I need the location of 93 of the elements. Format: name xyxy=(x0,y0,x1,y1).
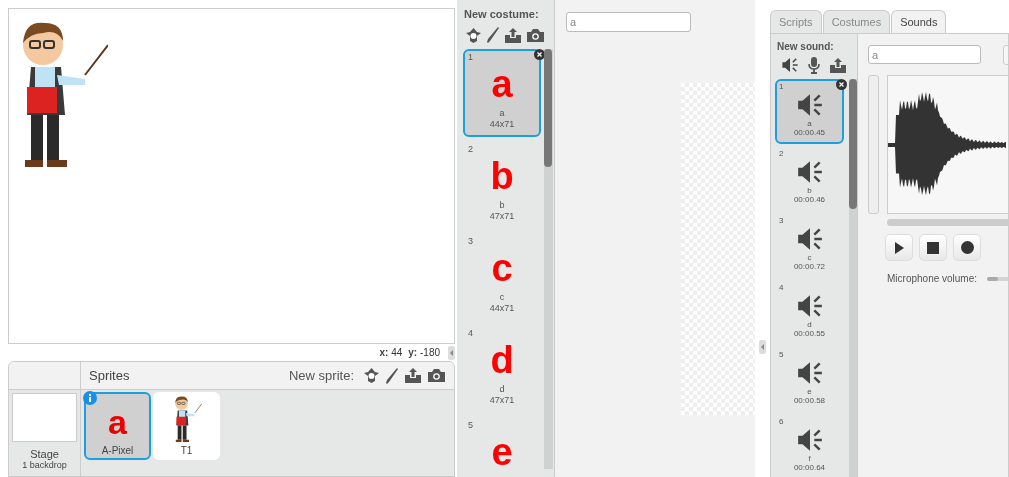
sound-duration: 00:00.46 xyxy=(793,195,826,204)
sound-duration: 00:00.45 xyxy=(793,128,826,137)
stop-button[interactable] xyxy=(919,234,947,261)
scrollbar[interactable] xyxy=(849,79,857,477)
upload-icon[interactable] xyxy=(829,56,847,74)
costume-thumbnail-letter: b xyxy=(490,156,514,196)
sound-duration: 00:00.64 xyxy=(793,463,826,472)
sound-number: 1 xyxy=(778,81,784,91)
costume-thumbnail-letter: d xyxy=(490,340,514,380)
costume-tile[interactable]: 2 b b 47x71 xyxy=(463,141,541,229)
costume-number: 2 xyxy=(467,143,473,154)
costume-tile[interactable]: 1 a a 44x71 xyxy=(463,49,541,137)
sprite-thumbnail-letter: a xyxy=(108,405,127,439)
sound-duration: 00:00.58 xyxy=(793,396,826,405)
costume-name: d xyxy=(499,384,505,395)
sprite-name: A-Pixel xyxy=(101,445,134,456)
sound-name: d xyxy=(807,320,812,329)
sound-name: c xyxy=(807,253,812,262)
camera-icon[interactable] xyxy=(427,368,446,383)
costume-number: 5 xyxy=(467,419,473,430)
costume-size: 47x71 xyxy=(489,395,515,406)
sound-tile[interactable]: 4 d 00:00.55 xyxy=(775,280,844,345)
sound-name: a xyxy=(807,119,812,128)
costume-number: 1 xyxy=(467,51,473,62)
play-icon xyxy=(894,241,904,254)
sprite-library-icon[interactable] xyxy=(363,367,380,384)
scrollbar[interactable] xyxy=(887,219,1008,226)
sound-name: e xyxy=(807,387,812,396)
collapse-icon[interactable] xyxy=(759,340,766,354)
sound-tile[interactable]: 1 a 00:00.45 xyxy=(775,79,844,144)
sprite-tile[interactable]: a A-Pixel xyxy=(84,392,151,460)
delete-icon[interactable] xyxy=(836,79,847,90)
costume-thumbnail-letter: a xyxy=(491,64,513,104)
scrollbar[interactable] xyxy=(544,49,553,469)
costume-name: a xyxy=(499,108,505,119)
costume-tile[interactable]: 5 e xyxy=(463,417,541,477)
sprite-name: T1 xyxy=(180,445,193,456)
x-coordinate: 44 xyxy=(391,347,403,358)
costume-thumbnail-letter: e xyxy=(491,432,513,472)
new-sprite-label: New sprite: xyxy=(288,368,354,383)
camera-icon[interactable] xyxy=(526,27,545,43)
sound-tile[interactable]: 5 e 00:00.58 xyxy=(775,347,844,412)
sound-tile[interactable]: 6 f 00:00.64 xyxy=(775,414,844,477)
costume-size: 44x71 xyxy=(489,303,515,314)
sprite-tile[interactable]: T1 xyxy=(153,392,220,460)
costume-tile[interactable]: 3 c c 44x71 xyxy=(463,233,541,321)
record-button[interactable] xyxy=(953,234,981,261)
costume-number: 3 xyxy=(467,235,473,246)
stage-label: Stage xyxy=(30,448,59,460)
sound-name-field[interactable]: a xyxy=(868,45,981,64)
microphone-volume-slider[interactable] xyxy=(987,276,1008,281)
new-sound-label: New sound: xyxy=(776,40,835,52)
costume-number: 4 xyxy=(467,327,473,338)
sound-number: 4 xyxy=(778,282,784,292)
sound-tile[interactable]: 3 c 00:00.72 xyxy=(775,213,844,278)
sound-number: 2 xyxy=(778,148,784,158)
costume-name: c xyxy=(499,292,505,303)
paintbrush-icon[interactable] xyxy=(486,26,500,44)
upload-icon[interactable] xyxy=(404,367,422,384)
sound-duration: 00:00.72 xyxy=(793,262,826,271)
record-icon xyxy=(960,241,974,254)
sound-name: f xyxy=(808,454,811,463)
collapse-icon[interactable] xyxy=(448,345,455,360)
y-label: y: xyxy=(408,347,418,358)
backdrop-count: 1 backdrop xyxy=(22,460,67,470)
costume-name-field[interactable]: a xyxy=(566,12,691,32)
microphone-icon[interactable] xyxy=(807,56,821,74)
sound-duration: 00:00.55 xyxy=(793,329,826,338)
sound-number: 6 xyxy=(778,416,784,426)
stop-icon xyxy=(927,241,939,254)
upload-icon[interactable] xyxy=(504,26,522,44)
sound-number: 5 xyxy=(778,349,784,359)
play-button[interactable] xyxy=(885,234,913,261)
sound-tile[interactable]: 2 b 00:00.46 xyxy=(775,146,844,211)
info-icon[interactable] xyxy=(83,391,97,405)
costume-size: 44x71 xyxy=(489,119,515,130)
delete-icon[interactable] xyxy=(534,49,544,60)
paintbrush-icon[interactable] xyxy=(385,366,399,385)
tab[interactable]: Sounds xyxy=(891,10,947,33)
costume-size: 47x71 xyxy=(489,211,515,222)
stage-thumbnail[interactable] xyxy=(12,393,77,442)
x-label: x: xyxy=(379,347,389,358)
costume-tile[interactable]: 4 d d 47x71 xyxy=(463,325,541,413)
costume-thumbnail-letter: c xyxy=(491,248,513,288)
costume-name: b xyxy=(499,200,505,211)
sound-library-icon[interactable] xyxy=(781,56,799,74)
new-costume-label: New costume: xyxy=(463,7,540,20)
microphone-volume-label: Microphone volume: xyxy=(887,273,978,284)
sound-name: b xyxy=(807,186,812,195)
sprite-library-icon[interactable] xyxy=(465,26,482,44)
sound-number: 3 xyxy=(778,215,784,225)
y-coordinate: -180 xyxy=(420,347,440,358)
sprites-title: Sprites xyxy=(89,368,130,383)
